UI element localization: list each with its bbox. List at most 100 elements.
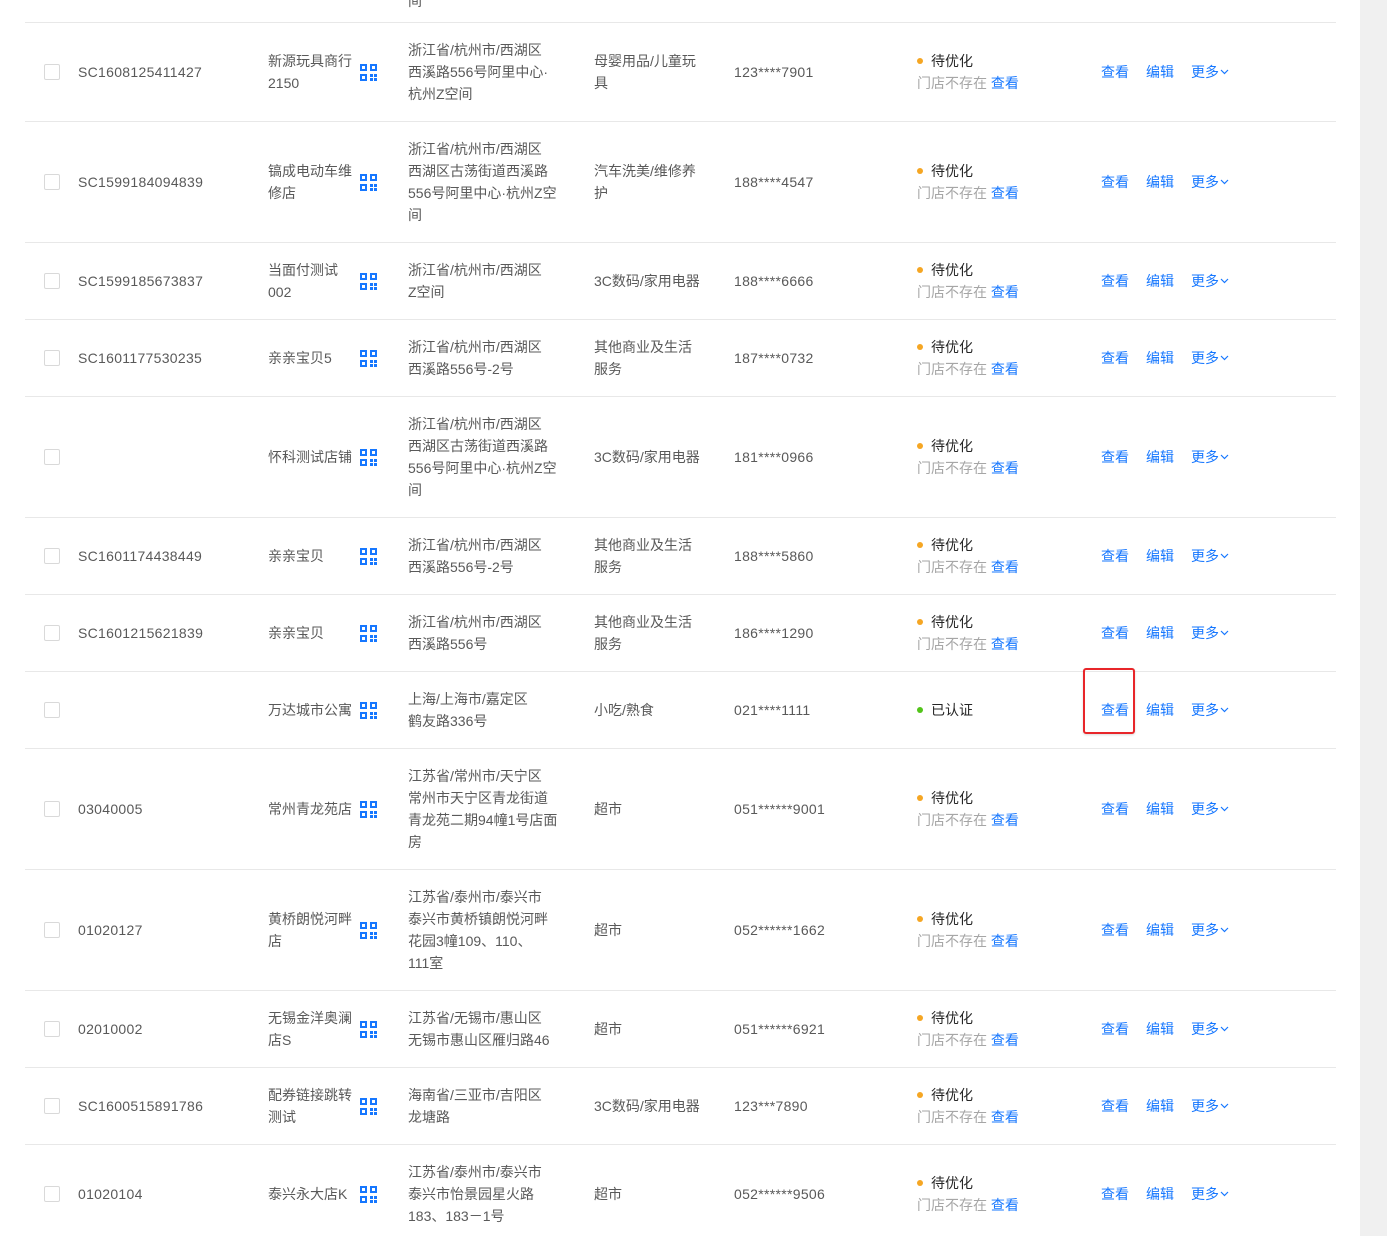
qrcode-icon[interactable] [360,547,377,565]
text-line: 无锡市惠山区雁归路46 [408,1032,550,1048]
qrcode-icon[interactable] [360,1097,377,1115]
store-missing-view-link[interactable]: 查看 [991,284,1019,300]
view-button[interactable]: 查看 [1101,347,1129,369]
text-line: 江苏省/泰州市/泰兴市 [408,1164,542,1180]
more-dropdown[interactable]: 更多 [1191,171,1229,193]
store-missing-view-link[interactable]: 查看 [991,559,1019,575]
row-checkbox[interactable] [43,1186,60,1202]
table-row: SC1601215621839 亲亲宝贝 浙江省/杭州市/西湖区 西溪路556号 … [25,595,1336,672]
qrcode-icon[interactable] [360,800,377,818]
store-missing-view-link[interactable]: 查看 [991,75,1019,91]
text-line: 西溪路556号阿里中心· [408,64,549,80]
more-dropdown[interactable]: 更多 [1191,270,1229,292]
qrcode-icon[interactable] [360,272,377,290]
row-checkbox[interactable] [43,1021,60,1037]
more-dropdown[interactable]: 更多 [1191,1095,1229,1117]
status-badge: 待优化 [917,1084,1101,1106]
edit-button[interactable]: 编辑 [1146,446,1174,468]
edit-button[interactable]: 编辑 [1146,171,1174,193]
more-dropdown[interactable]: 更多 [1191,61,1229,83]
status-badge: 待优化 [917,1172,1101,1194]
edit-button[interactable]: 编辑 [1146,798,1174,820]
store-missing-view-link[interactable]: 查看 [991,1032,1019,1048]
row-checkbox[interactable] [43,625,60,641]
row-checkbox[interactable] [43,922,60,938]
view-button[interactable]: 查看 [1101,919,1129,941]
more-dropdown[interactable]: 更多 [1191,699,1229,721]
edit-button[interactable]: 编辑 [1146,545,1174,567]
store-missing-view-link[interactable]: 查看 [991,1197,1019,1213]
view-button[interactable]: 查看 [1101,699,1129,721]
view-button[interactable]: 查看 [1101,1018,1129,1040]
text-line: 青龙苑二期94幢1号店面 [408,812,558,828]
edit-button[interactable]: 编辑 [1146,61,1174,83]
row-checkbox[interactable] [43,174,60,190]
qrcode-icon[interactable] [360,349,377,367]
edit-button[interactable]: 编辑 [1146,622,1174,644]
view-button[interactable]: 查看 [1101,1095,1129,1117]
edit-button[interactable]: 编辑 [1146,1095,1174,1117]
store-missing-view-link[interactable]: 查看 [991,933,1019,949]
store-status-cell: 待优化 门店不存在 查看 [917,1172,1101,1216]
store-missing-view-link[interactable]: 查看 [991,1109,1019,1125]
row-checkbox[interactable] [43,350,60,366]
qrcode-icon[interactable] [360,63,377,81]
store-missing-view-link[interactable]: 查看 [991,460,1019,476]
row-checkbox[interactable] [43,273,60,289]
qrcode-icon[interactable] [360,448,377,466]
row-actions: 查看 编辑 更多 [1101,1095,1229,1117]
view-button[interactable]: 查看 [1101,171,1129,193]
view-button[interactable]: 查看 [1101,1183,1129,1205]
status-text: 待优化 [931,1175,973,1191]
more-dropdown[interactable]: 更多 [1191,347,1229,369]
more-dropdown[interactable]: 更多 [1191,1018,1229,1040]
row-checkbox[interactable] [43,64,60,80]
store-missing-view-link[interactable]: 查看 [991,812,1019,828]
more-label: 更多 [1191,273,1219,289]
qrcode-icon[interactable] [360,624,377,642]
view-button[interactable]: 查看 [1101,446,1129,468]
more-dropdown[interactable]: 更多 [1191,919,1229,941]
qrcode-icon[interactable] [360,1185,377,1203]
view-button[interactable]: 查看 [1101,61,1129,83]
edit-button[interactable]: 编辑 [1146,699,1174,721]
chevron-down-icon [1220,1026,1229,1032]
view-button[interactable]: 查看 [1101,622,1129,644]
row-actions: 查看 编辑 更多 [1101,798,1229,820]
edit-button[interactable]: 编辑 [1146,1183,1174,1205]
status-text: 待优化 [931,1087,973,1103]
edit-button[interactable]: 编辑 [1146,1018,1174,1040]
qrcode-icon[interactable] [360,173,377,191]
text-line: 超市 [594,1021,622,1037]
store-missing-view-link[interactable]: 查看 [991,185,1019,201]
more-dropdown[interactable]: 更多 [1191,545,1229,567]
store-phone: 021****1111 [734,702,811,718]
qrcode-icon[interactable] [360,701,377,719]
more-dropdown[interactable]: 更多 [1191,446,1229,468]
qrcode-icon[interactable] [360,921,377,939]
view-button[interactable]: 查看 [1101,270,1129,292]
edit-button[interactable]: 编辑 [1146,270,1174,292]
status-note: 门店不存在 查看 [917,281,1101,303]
text-line: 配券链接跳转 [268,1087,352,1103]
status-text: 待优化 [931,53,973,69]
store-missing-view-link[interactable]: 查看 [991,636,1019,652]
text-line: 浙江省/杭州市/西湖区 [408,537,542,553]
view-button[interactable]: 查看 [1101,798,1129,820]
more-dropdown[interactable]: 更多 [1191,1183,1229,1205]
row-checkbox[interactable] [43,449,60,465]
scrollbar-track[interactable] [1360,0,1387,1236]
more-dropdown[interactable]: 更多 [1191,622,1229,644]
row-checkbox[interactable] [43,548,60,564]
qrcode-icon[interactable] [360,1020,377,1038]
row-checkbox[interactable] [43,801,60,817]
row-checkbox[interactable] [43,702,60,718]
edit-button[interactable]: 编辑 [1146,347,1174,369]
store-missing-view-link[interactable]: 查看 [991,361,1019,377]
edit-button[interactable]: 编辑 [1146,919,1174,941]
view-button[interactable]: 查看 [1101,545,1129,567]
status-badge: 待优化 [917,50,1101,72]
row-checkbox[interactable] [43,1098,60,1114]
status-dot [917,1180,923,1186]
more-dropdown[interactable]: 更多 [1191,798,1229,820]
